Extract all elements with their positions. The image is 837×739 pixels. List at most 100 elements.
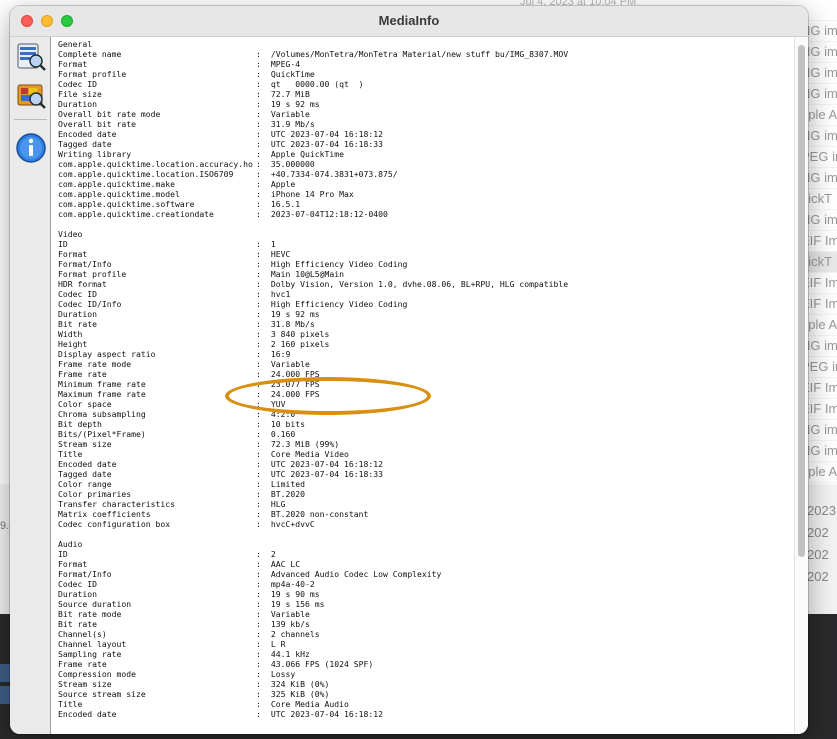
scrollbar-thumb[interactable] <box>798 45 805 557</box>
report-row: Chroma subsampling: 4:2:0 <box>58 409 788 419</box>
report-colon: : <box>256 119 261 129</box>
report-value: MPEG-4 <box>266 59 301 69</box>
report-value: qt 0000.00 (qt ) <box>266 79 364 89</box>
report-value: 43.066 FPS (1024 SPF) <box>266 659 374 669</box>
report-key: Display aspect ratio <box>58 349 156 359</box>
vertical-scrollbar[interactable] <box>794 37 808 734</box>
report-colon: : <box>256 479 261 489</box>
report-key: Complete name <box>58 49 122 59</box>
report-value: BT.2020 <box>266 489 305 499</box>
report-row: Display aspect ratio: 16:9 <box>58 349 788 359</box>
report-value: 1 <box>266 239 276 249</box>
report-colon: : <box>256 59 261 69</box>
report-colon: : <box>256 129 261 139</box>
report-colon: : <box>256 199 261 209</box>
report-row: ID: 1 <box>58 239 788 249</box>
report-colon: : <box>256 429 261 439</box>
report-colon: : <box>256 149 261 159</box>
background-date: 202 <box>807 569 829 584</box>
report-key: Duration <box>58 99 97 109</box>
report-row: Source stream size: 325 KiB (0%) <box>58 689 788 699</box>
about-button[interactable] <box>15 132 47 164</box>
report-colon: : <box>256 409 261 419</box>
report-key: Matrix coefficients <box>58 509 151 519</box>
report-key: Bit rate <box>58 319 97 329</box>
open-folder-button[interactable] <box>15 79 47 111</box>
report-colon: : <box>256 399 261 409</box>
report-value: 44.1 kHz <box>266 649 310 659</box>
report-key: HDR format <box>58 279 107 289</box>
report-value: 19 s 92 ms <box>266 309 320 319</box>
report-colon: : <box>256 579 261 589</box>
report-key: Title <box>58 449 83 459</box>
report-row: Encoded date: UTC 2023-07-04 16:18:12 <box>58 459 788 469</box>
report-value: AAC LC <box>266 559 301 569</box>
report-key: Maximum frame rate <box>58 389 146 399</box>
report-key: Width <box>58 329 83 339</box>
report-row: Title: Core Media Video <box>58 449 788 459</box>
report-key: Bits/(Pixel*Frame) <box>58 429 146 439</box>
report-key: Format profile <box>58 69 127 79</box>
report-colon: : <box>256 549 261 559</box>
report-row: com.apple.quicktime.creationdate: 2023-0… <box>58 209 788 219</box>
report-row: Overall bit rate: 31.9 Mb/s <box>58 119 788 129</box>
report-value: Variable <box>266 109 310 119</box>
report-row: Maximum frame rate: 24.000 FPS <box>58 389 788 399</box>
report-colon: : <box>256 599 261 609</box>
report-value: 31.8 Mb/s <box>266 319 315 329</box>
report-row: Color primaries: BT.2020 <box>58 489 788 499</box>
report-value: hvcC+dvvC <box>266 519 315 529</box>
report-key: Format/Info <box>58 569 112 579</box>
window-title: MediaInfo <box>378 13 440 28</box>
report-row: Duration: 19 s 90 ms <box>58 589 788 599</box>
report-colon: : <box>256 419 261 429</box>
report-key: Codec ID <box>58 289 97 299</box>
report-blank-line <box>58 529 788 539</box>
report-colon: : <box>256 289 261 299</box>
report-colon: : <box>256 159 261 169</box>
report-row: Bit rate: 139 kb/s <box>58 619 788 629</box>
report-value: Apple <box>266 179 296 189</box>
report-row: Frame rate mode: Variable <box>58 359 788 369</box>
report-row: Complete name: /Volumes/MonTetra/MonTetr… <box>58 49 788 59</box>
report-row: Format: AAC LC <box>58 559 788 569</box>
open-file-button[interactable] <box>15 41 47 73</box>
report-row: Codec configuration box: hvcC+dvvC <box>58 519 788 529</box>
report-value: hvc1 <box>266 289 291 299</box>
report-key: com.apple.quicktime.location.accuracy.ho <box>58 159 253 169</box>
report-value: Limited <box>266 479 305 489</box>
report-key: Codec ID <box>58 79 97 89</box>
report-colon: : <box>256 349 261 359</box>
report-row: Encoded date: UTC 2023-07-04 16:18:12 <box>58 709 788 719</box>
report-colon: : <box>256 69 261 79</box>
report-colon: : <box>256 679 261 689</box>
report-row: Codec ID: hvc1 <box>58 289 788 299</box>
report-colon: : <box>256 499 261 509</box>
report-text-area[interactable]: General Complete name: /Volumes/MonTetra/… <box>50 37 795 734</box>
report-key: Title <box>58 699 83 709</box>
report-value: 2 channels <box>266 629 320 639</box>
report-value: BT.2020 non-constant <box>266 509 369 519</box>
report-key: Frame rate mode <box>58 359 132 369</box>
report-value: 24.000 FPS <box>266 369 320 379</box>
title-bar[interactable]: MediaInfo <box>10 6 808 37</box>
report-value: 2 <box>266 549 276 559</box>
report-colon: : <box>256 139 261 149</box>
report-value: QuickTime <box>266 69 315 79</box>
report-blank-line <box>58 219 788 229</box>
background-date: 2023 <box>807 503 836 518</box>
report-value: UTC 2023-07-04 16:18:33 <box>266 139 383 149</box>
report-row: ID: 2 <box>58 549 788 559</box>
report-colon: : <box>256 239 261 249</box>
report-key: ID <box>58 549 68 559</box>
report-colon: : <box>256 589 261 599</box>
report-row: Codec ID/Info: High Efficiency Video Cod… <box>58 299 788 309</box>
report-row: com.apple.quicktime.software: 16.5.1 <box>58 199 788 209</box>
report-key: Overall bit rate <box>58 119 136 129</box>
report-colon: : <box>256 279 261 289</box>
report-colon: : <box>256 319 261 329</box>
report-colon: : <box>256 649 261 659</box>
report-key: Height <box>58 339 88 349</box>
report-colon: : <box>256 249 261 259</box>
report-value: YUV <box>266 399 286 409</box>
